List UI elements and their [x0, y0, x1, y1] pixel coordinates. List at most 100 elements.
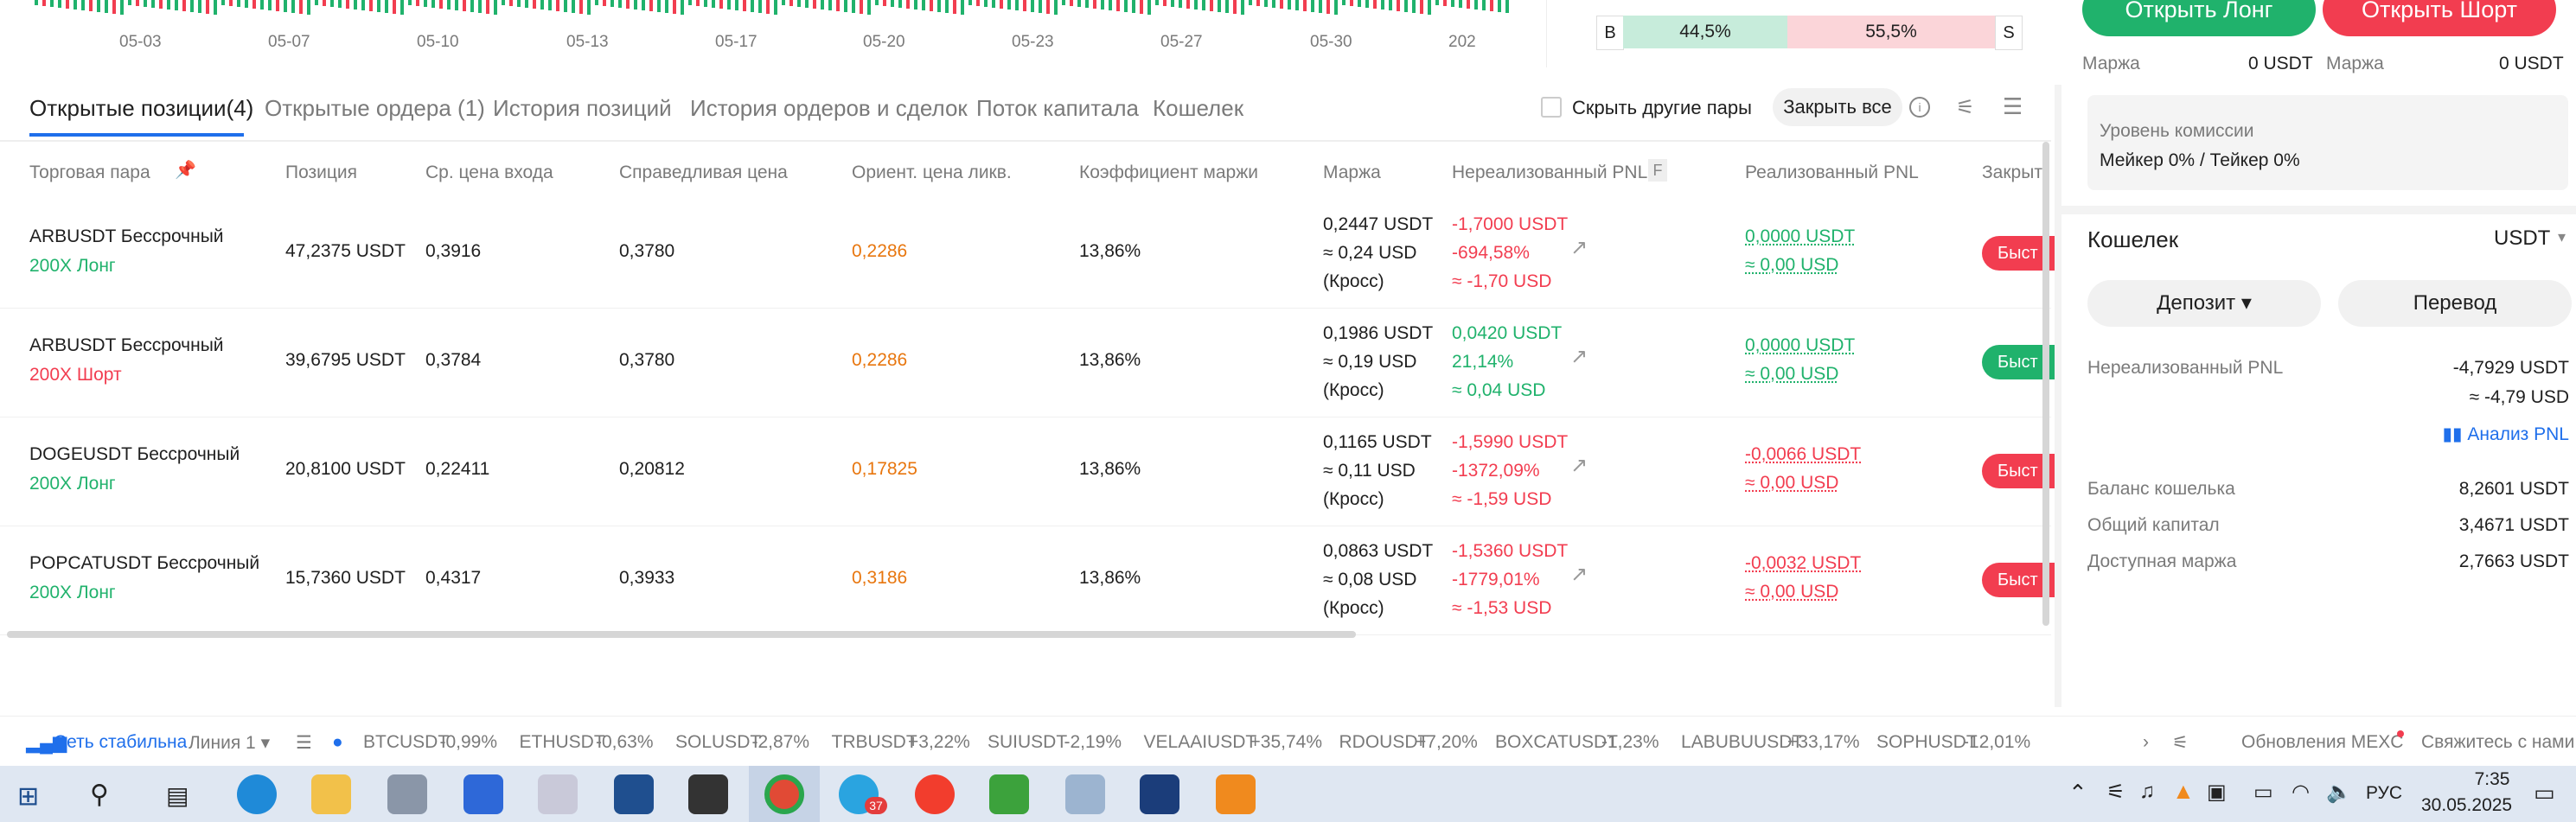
windows-start-icon[interactable]: ⊞ [17, 781, 39, 812]
ticker-symbol[interactable]: LABUBUUSDT [1681, 732, 1803, 753]
search-icon[interactable]: ⚲ [90, 780, 109, 810]
tab-open-positions[interactable]: Открытые позиции(4) [29, 95, 253, 122]
rpnl-amount[interactable]: 0,0000 USDT [1745, 226, 1855, 247]
table-row[interactable]: ARBUSDT Бессрочный 200X Лонг 47,2375 USDT 0… [0, 199, 2067, 309]
pair-name[interactable]: DOGEUSDT Бессрочный [29, 444, 240, 465]
share-icon[interactable]: ↗ [1570, 235, 1588, 260]
tab-position-history[interactable]: История позиций [493, 95, 672, 122]
ticker-symbol[interactable]: BTCUSDT [363, 732, 449, 753]
tab-open-orders[interactable]: Открытые ордера (1) [265, 95, 485, 122]
clock-time[interactable]: 7:35 [2449, 769, 2535, 790]
rpnl-usd[interactable]: ≈ 0,00 USD [1745, 364, 1838, 385]
notes-icon[interactable] [688, 774, 728, 814]
rpnl-usd[interactable]: ≈ 0,00 USD [1745, 255, 1838, 276]
tab-wallet[interactable]: Кошелек [1153, 95, 1243, 122]
fair-price: 0,3780 [619, 350, 675, 370]
table-row[interactable]: ARBUSDT Бессрочный 200X Шорт 39,6795 USDT 0… [0, 308, 2067, 417]
pnl-badge: F [1648, 159, 1667, 182]
calculator-icon[interactable] [387, 774, 427, 814]
wifi-icon[interactable]: ◠ [2292, 780, 2310, 805]
pair-name[interactable]: ARBUSDT Бессрочный [29, 335, 224, 356]
margin-mode: (Кросс) [1323, 489, 1384, 509]
edge-icon[interactable] [237, 774, 277, 814]
upnl-percent: 21,14% [1452, 352, 1514, 372]
contact-link[interactable]: Свяжитесь с нами [2421, 732, 2574, 753]
candle [424, 0, 427, 7]
ticker-symbol[interactable]: TRBUSDT [832, 732, 917, 753]
date-tick: 05-17 [715, 33, 757, 51]
vertical-scrollbar[interactable] [2042, 142, 2049, 626]
candle [1023, 0, 1026, 11]
close-all-button[interactable]: Закрыть все [1773, 88, 1902, 126]
horizontal-scrollbar[interactable] [7, 631, 1356, 638]
pnl-analysis-link[interactable]: ▮▮ Анализ PNL [2442, 424, 2569, 445]
paint-icon[interactable] [538, 774, 578, 814]
chevron-right-icon[interactable]: › [2143, 732, 2149, 753]
candle [1482, 0, 1486, 10]
share-icon[interactable]: ↗ [1570, 453, 1588, 478]
menu-icon[interactable]: ☰ [296, 732, 312, 754]
chrome-icon[interactable] [764, 774, 804, 814]
candle [1404, 0, 1408, 12]
task-view-icon[interactable]: ▤ [166, 781, 189, 810]
tab-order-history[interactable]: История ордеров и сделок [690, 95, 968, 122]
open-short-button[interactable]: Открыть Шорт [2323, 0, 2556, 36]
table-row[interactable]: DOGEUSDT Бессрочный 200X Лонг 20,8100 USDT… [0, 417, 2067, 526]
info-icon[interactable]: i [1909, 97, 1930, 118]
docs-icon[interactable] [1065, 774, 1105, 814]
chevron-down-icon[interactable]: ▾ [2558, 228, 2566, 246]
updates-link[interactable]: Обновления MEXC [2241, 732, 2403, 753]
hide-pairs-checkbox[interactable] [1541, 97, 1562, 118]
candle [400, 0, 404, 15]
pair-name[interactable]: POPCATUSDT Бессрочный [29, 553, 259, 574]
rpnl-usd[interactable]: ≈ 0,00 USD [1745, 582, 1838, 602]
yandex-icon[interactable] [915, 774, 955, 814]
open-long-button[interactable]: Открыть Лонг [2082, 0, 2316, 36]
tray-audio-app-icon[interactable]: ♫ [2139, 780, 2155, 804]
candle [1490, 0, 1493, 11]
chat-icon[interactable] [463, 774, 503, 814]
store-icon[interactable] [614, 774, 654, 814]
battery-icon[interactable]: ▭ [2253, 780, 2273, 805]
candle [35, 0, 38, 5]
vlc-icon[interactable] [1216, 774, 1256, 814]
notification-icon[interactable]: ▭ [2534, 780, 2555, 806]
folder-icon[interactable] [311, 774, 351, 814]
rpnl-amount[interactable]: -0,0066 USDT [1745, 444, 1861, 465]
currency-select[interactable]: USDT [2494, 226, 2550, 251]
ticker-change: -12,01% [1963, 732, 2031, 752]
app-icon[interactable] [1140, 774, 1179, 814]
pair-name[interactable]: ARBUSDT Бессрочный [29, 226, 224, 247]
tray-chevron-icon[interactable]: ⌃ [2068, 780, 2087, 806]
settings-icon[interactable]: ⚟ [2172, 732, 2189, 754]
tray-device-icon[interactable]: ▣ [2207, 780, 2227, 805]
ticker-symbol[interactable]: SUIUSDT [988, 732, 1067, 753]
clock-date[interactable]: 30.05.2025 [2421, 795, 2512, 816]
pin-icon[interactable]: 📌 [175, 159, 196, 181]
share-icon[interactable]: ↗ [1570, 344, 1588, 369]
tray-vlc-icon[interactable]: ▲ [2172, 778, 2195, 805]
sell-side-label: S [1995, 16, 2023, 50]
candle [252, 0, 256, 9]
rpnl-amount[interactable]: -0,0032 USDT [1745, 553, 1861, 574]
transfer-button[interactable]: Перевод [2338, 280, 2572, 327]
candle [595, 0, 598, 5]
ticker-symbol[interactable]: ETHUSDT [520, 732, 605, 753]
deposit-label: Депозит [2157, 291, 2236, 315]
table-row[interactable]: POPCATUSDT Бессрочный 200X Лонг 15,7360 US… [0, 526, 2067, 635]
volume-icon[interactable]: 🔈 [2326, 780, 2352, 805]
line-select[interactable]: Линия 1 ▾ [189, 732, 270, 754]
rpnl-amount[interactable]: 0,0000 USDT [1745, 335, 1855, 356]
presentation-icon[interactable] [989, 774, 1029, 814]
filter-icon[interactable]: ⚟ [1956, 95, 1975, 120]
rpnl-usd[interactable]: ≈ 0,00 USD [1745, 473, 1838, 494]
deposit-button[interactable]: Депозит ▾ [2087, 280, 2321, 327]
list-icon[interactable]: ☰ [2003, 93, 2023, 120]
ticker-symbol[interactable]: VELAAIUSDT [1144, 732, 1257, 753]
tray-app-icon[interactable]: ⚟ [2106, 780, 2125, 805]
ticker-symbol[interactable]: SOLUSDT [675, 732, 761, 753]
tab-capital-flow[interactable]: Поток капитала [976, 95, 1139, 122]
language-indicator[interactable]: РУС [2366, 783, 2402, 804]
share-icon[interactable]: ↗ [1570, 562, 1588, 587]
ticker-symbol[interactable]: BOXCATUSDT [1495, 732, 1618, 753]
